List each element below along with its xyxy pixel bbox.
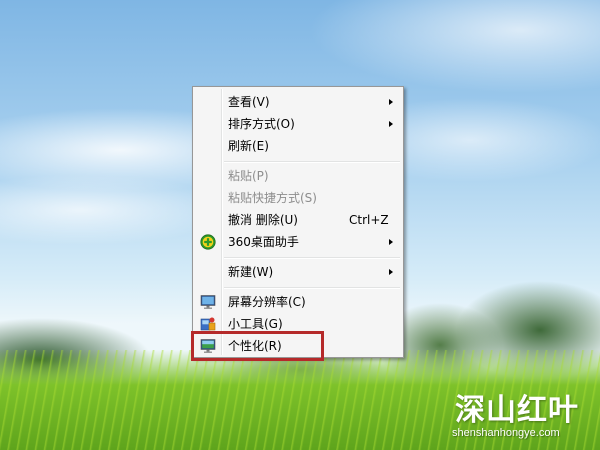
menu-item-label: 360桌面助手: [228, 235, 299, 249]
menu-item-label: 撤消 删除(U): [228, 213, 298, 227]
menu-item-refresh[interactable]: 刷新(E): [195, 135, 401, 157]
360-plus-icon: [200, 234, 216, 250]
watermark-url: shenshanhongye.com: [452, 427, 560, 439]
menu-item-shortcut: Ctrl+Z: [349, 213, 389, 227]
menu-item-undo-delete[interactable]: 撤消 删除(U) Ctrl+Z: [195, 209, 401, 231]
menu-separator: [224, 257, 400, 259]
menu-separator: [224, 161, 400, 163]
watermark-title: 深山红叶: [455, 393, 579, 428]
submenu-arrow-icon: [389, 99, 393, 105]
menu-item-360-desktop-assistant[interactable]: 360桌面助手: [195, 231, 401, 253]
monitor-icon: [200, 294, 216, 310]
desktop-context-menu: 查看(V) 排序方式(O) 刷新(E) 粘贴(P) 粘贴快捷方式(S) 撤消 删…: [192, 86, 404, 358]
menu-item-label: 排序方式(O): [228, 117, 295, 131]
menu-item-label: 粘贴快捷方式(S): [228, 191, 317, 205]
menu-item-screen-resolution[interactable]: 屏幕分辨率(C): [195, 291, 401, 313]
menu-separator: [224, 287, 400, 289]
submenu-arrow-icon: [389, 239, 393, 245]
menu-item-paste-shortcut[interactable]: 粘贴快捷方式(S): [195, 187, 401, 209]
menu-item-view[interactable]: 查看(V): [195, 91, 401, 113]
menu-item-label: 屏幕分辨率(C): [228, 295, 306, 309]
submenu-arrow-icon: [389, 121, 393, 127]
gadgets-icon: [200, 316, 216, 332]
menu-item-label: 查看(V): [228, 95, 270, 109]
menu-item-paste[interactable]: 粘贴(P): [195, 165, 401, 187]
highlight-box-personalize: [191, 331, 324, 361]
menu-item-label: 新建(W): [228, 265, 274, 279]
menu-item-label: 粘贴(P): [228, 169, 269, 183]
menu-item-label: 刷新(E): [228, 139, 269, 153]
menu-item-new[interactable]: 新建(W): [195, 261, 401, 283]
menu-item-sort-by[interactable]: 排序方式(O): [195, 113, 401, 135]
submenu-arrow-icon: [389, 269, 393, 275]
